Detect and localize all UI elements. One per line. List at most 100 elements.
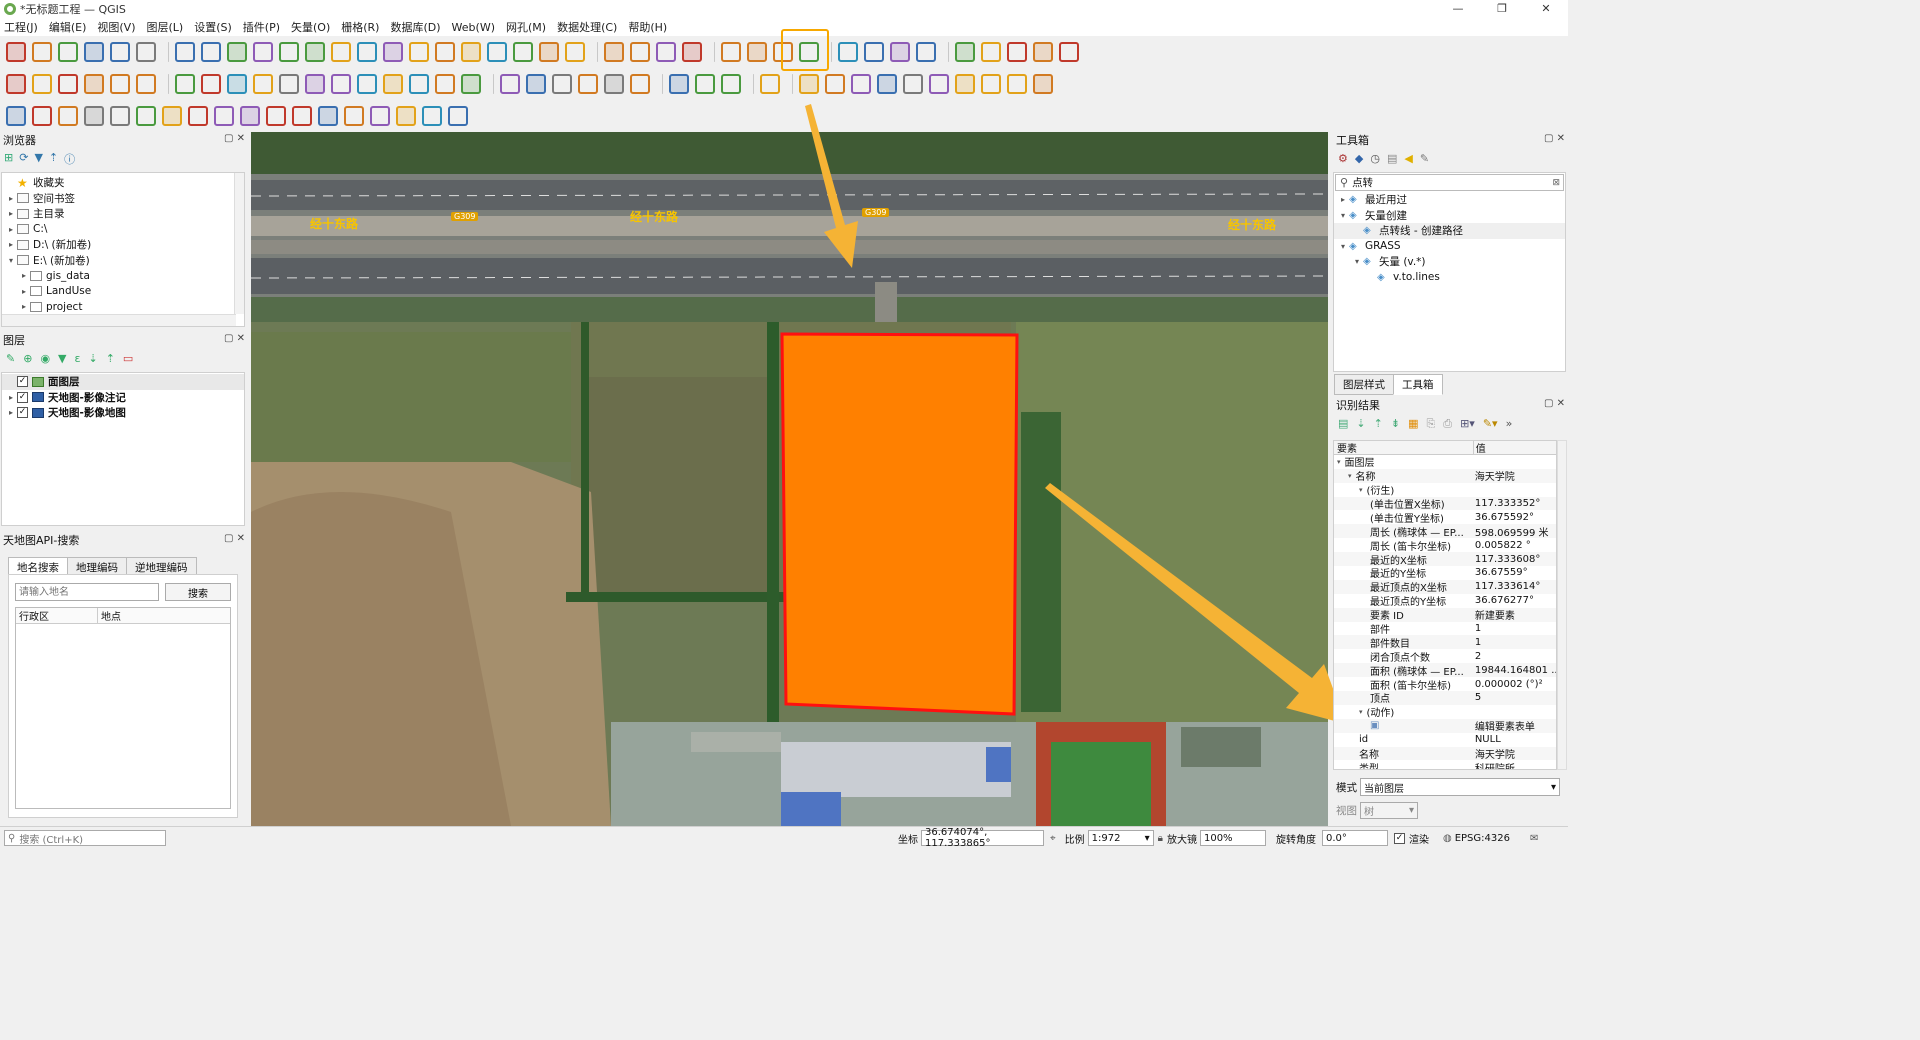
expand-all-icon[interactable]: ⇟ [1391, 417, 1400, 433]
identify-row[interactable]: 类型 科研院所 [1334, 760, 1556, 769]
circle-icon[interactable] [799, 74, 819, 94]
rotation-field[interactable]: 0.0° [1321, 830, 1388, 846]
maximize-button[interactable]: ❐ [1480, 0, 1524, 18]
panel-close-icon[interactable]: ▢ ✕ [224, 133, 245, 144]
pan-to-selection-icon[interactable] [201, 42, 221, 62]
panel-close-icon[interactable]: ▢ ✕ [1544, 398, 1565, 409]
rotate-label-icon[interactable] [604, 74, 624, 94]
more-icon[interactable]: » [1506, 417, 1513, 433]
add-feature-icon[interactable] [253, 74, 273, 94]
expand-arrow-icon[interactable]: ▸ [18, 271, 30, 280]
place-name-input[interactable] [15, 583, 159, 601]
minimize-button[interactable]: — [1436, 0, 1480, 18]
vertex-editor-icon[interactable] [422, 106, 442, 126]
layer-visibility-checkbox[interactable]: ✓ [17, 391, 28, 403]
zoom-out-icon[interactable] [253, 42, 273, 62]
layer-add-icon[interactable] [981, 42, 1001, 62]
split-icon[interactable] [903, 74, 923, 94]
edit-features-icon[interactable]: ◀ [1404, 152, 1412, 168]
browser-item[interactable]: ▸ 主目录 [2, 206, 244, 222]
toggle-edit-icon[interactable] [201, 74, 221, 94]
header-value[interactable]: 值 [1472, 441, 1556, 455]
toolbox-item[interactable]: ◈ 点转线 - 创建路径 [1334, 223, 1565, 239]
zoom-native-icon[interactable] [357, 42, 377, 62]
browser-item[interactable]: ▸ C:\ [2, 222, 244, 238]
browser-item[interactable]: ▸ project [2, 299, 244, 315]
menu-item[interactable]: 工程(J) [4, 19, 38, 35]
style-icon[interactable]: ✎ [6, 352, 15, 368]
add-selected-icon[interactable]: ⊞ [4, 151, 13, 167]
panel-close-icon[interactable]: ▢ ✕ [224, 533, 245, 544]
search-button[interactable]: 搜索 [165, 583, 231, 601]
expand-arrow-icon[interactable]: ▾ [1359, 708, 1363, 716]
coordinate-field[interactable]: 36.674074°, 117.333865° [921, 827, 1044, 849]
identify-row[interactable]: (单击位置X坐标) 117.333352° [1334, 496, 1556, 511]
header-feature[interactable]: 要素 [1334, 441, 1473, 455]
filter-expression-icon[interactable]: ε [75, 352, 81, 368]
menu-item[interactable]: 图层(L) [146, 19, 183, 35]
expand-arrow-icon[interactable]: ▸ [5, 225, 17, 234]
mode-select[interactable]: 当前图层 ▾ [1360, 778, 1560, 796]
new-temp-icon[interactable] [136, 74, 156, 94]
copy-icon[interactable] [383, 74, 403, 94]
expand-arrow-icon[interactable]: ▾ [1348, 472, 1352, 480]
menu-item[interactable]: 网孔(M) [506, 19, 546, 35]
dock-tab[interactable]: 图层样式 [1334, 374, 1394, 395]
magnifier-icon[interactable] [1033, 42, 1053, 62]
split-parts-icon[interactable] [240, 106, 260, 126]
python-icon[interactable]: ◆ [1355, 152, 1363, 168]
show-label-icon[interactable] [552, 74, 572, 94]
toolbox-item[interactable]: ▸ ◈ 最近用过 [1334, 192, 1565, 208]
render-checkbox[interactable]: ✓ [1393, 832, 1405, 844]
merge-attr-icon[interactable] [292, 106, 312, 126]
identify-row[interactable]: 面积 (椭球体 — EP... 19844.164801 ... [1334, 663, 1556, 678]
column-place[interactable]: 地点 [98, 608, 121, 623]
menu-item[interactable]: 编辑(E) [49, 19, 87, 35]
menu-item[interactable]: Web(W) [452, 21, 495, 34]
identify-row[interactable]: ▾ (动作) [1334, 705, 1556, 720]
delete-selected-icon[interactable] [331, 74, 351, 94]
identify-row[interactable]: 顶点 5 [1334, 691, 1556, 705]
layer-item[interactable]: ▸ ✓ 天地图-影像地图 [2, 405, 244, 421]
help-icon[interactable] [760, 74, 780, 94]
redo-icon[interactable] [461, 74, 481, 94]
select-features-icon[interactable] [604, 42, 624, 62]
menu-item[interactable]: 插件(P) [243, 19, 280, 35]
expand-arrow-icon[interactable]: ▸ [1337, 195, 1349, 204]
identify-row[interactable]: ▾ (衍生) [1334, 483, 1556, 498]
data-source-manager-icon[interactable] [6, 74, 26, 94]
open-field-calculator-icon[interactable] [747, 42, 767, 62]
layer-item[interactable]: ▸ ✓ 天地图-影像注记 [2, 390, 244, 406]
toolbox-search[interactable]: ⚲ 点转 ⊠ [1335, 174, 1564, 191]
plugins-icon[interactable] [669, 74, 689, 94]
filter-legend-icon[interactable]: ▼ [58, 352, 66, 368]
identify-row[interactable]: 周长 (笛卡尔坐标) 0.005822 ° [1334, 538, 1556, 553]
identify-row[interactable]: ▣ 编辑要素表单 [1334, 718, 1556, 733]
expand-arrow-icon[interactable]: ▾ [1337, 211, 1349, 220]
identify-scrollbar[interactable] [1557, 440, 1567, 770]
toolbox-item[interactable]: ▾ ◈ 矢量创建 [1334, 208, 1565, 224]
expand-arrow-icon[interactable]: ▸ [5, 408, 17, 417]
multi-edit-icon[interactable] [305, 74, 325, 94]
new-project-icon[interactable] [6, 42, 26, 62]
settings2-icon[interactable] [1033, 74, 1053, 94]
change-label-icon[interactable] [630, 74, 650, 94]
line-icon[interactable] [877, 74, 897, 94]
new-virtual-icon[interactable] [110, 74, 130, 94]
crosshair-icon[interactable] [825, 74, 845, 94]
remove-layer-icon[interactable]: ▭ [123, 352, 133, 368]
save-project-icon[interactable] [58, 42, 78, 62]
menu-item[interactable]: 数据处理(C) [557, 19, 617, 35]
expand-arrow-icon[interactable]: ▸ [18, 287, 30, 296]
show-bookmarks-icon[interactable] [513, 42, 533, 62]
identify-row[interactable]: ▾ 面图层 [1334, 455, 1556, 470]
zoom-selection-icon[interactable] [305, 42, 325, 62]
refresh-icon[interactable] [565, 42, 585, 62]
browser-hscrollbar[interactable] [2, 314, 236, 326]
python-icon[interactable] [695, 74, 715, 94]
browser-item[interactable]: ▸ LandUse [2, 284, 244, 300]
toolbox-item[interactable]: ▾ ◈ 矢量 (v.*) [1334, 254, 1565, 270]
browser-vscrollbar[interactable] [234, 173, 244, 314]
map-canvas[interactable]: 经十东路 经十东路 经十东路 G309 G309 [251, 132, 1328, 826]
reverse-line-icon[interactable] [370, 106, 390, 126]
